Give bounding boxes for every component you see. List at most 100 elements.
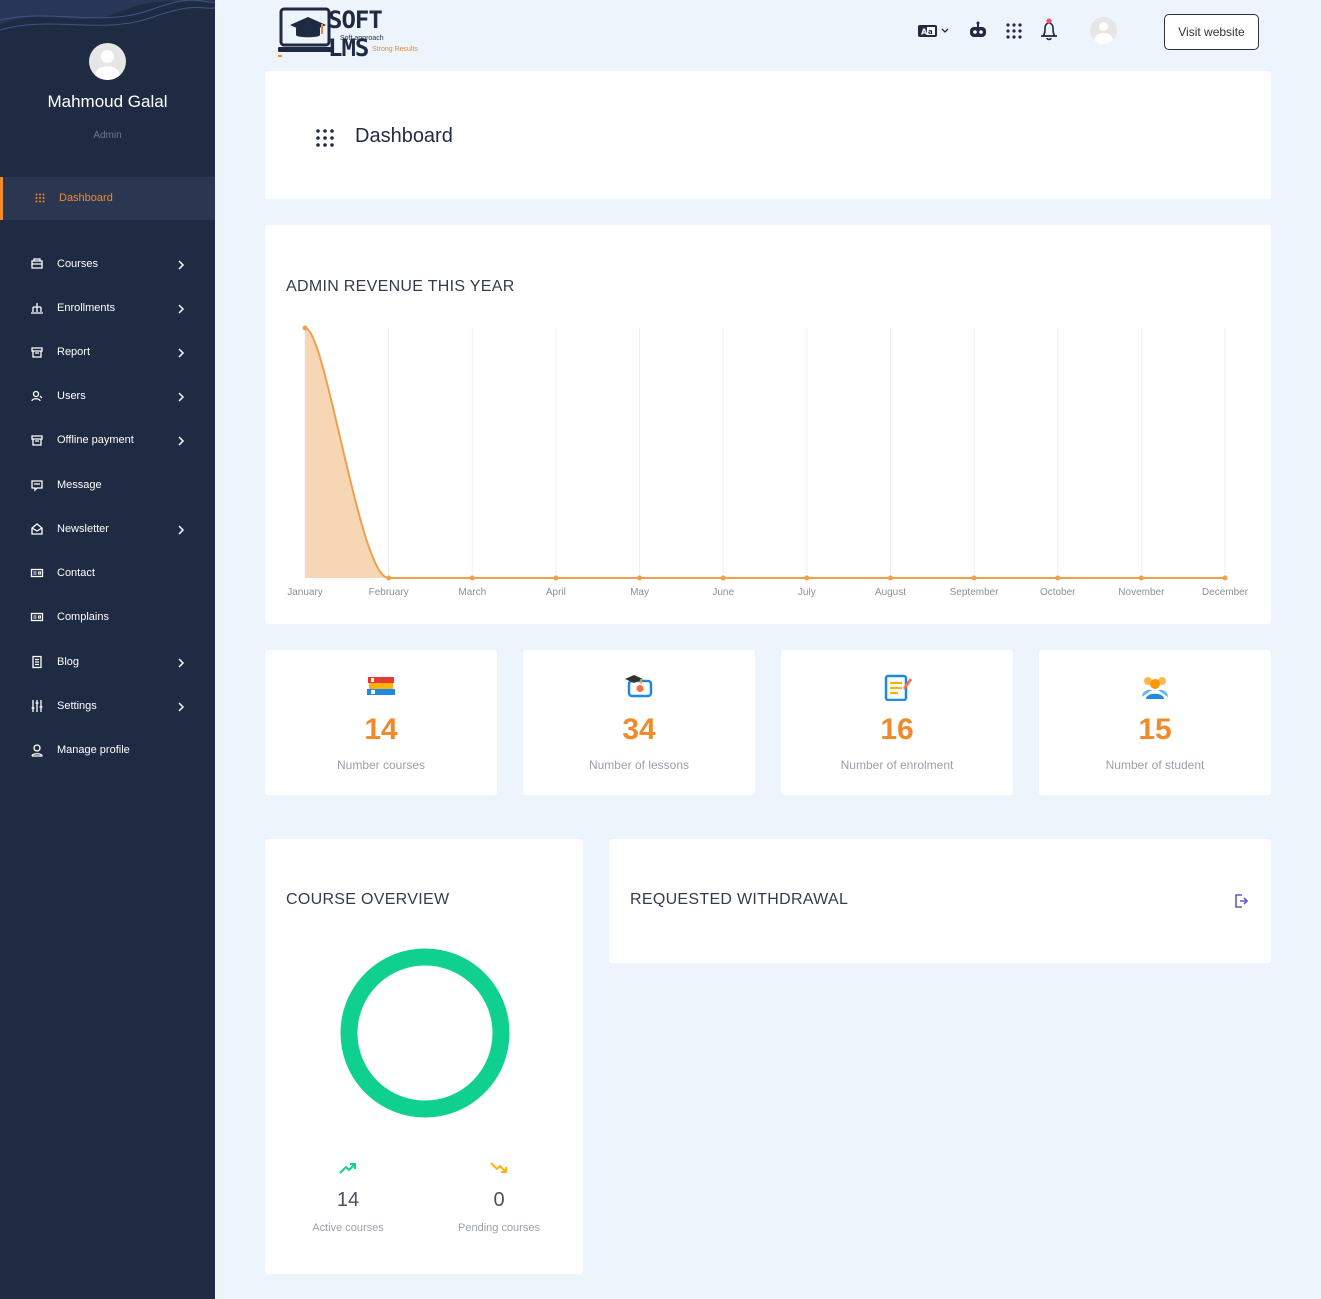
x-tick-label: November bbox=[1118, 587, 1165, 598]
course-overview-card: COURSE OVERVIEW 14 Active courses 0 Pend… bbox=[265, 839, 583, 1274]
sidebar-item-blog[interactable]: Blog bbox=[0, 648, 215, 678]
sidebar-item-label: Blog bbox=[57, 656, 80, 668]
stat-value: 34 bbox=[622, 713, 656, 746]
user-role: Admin bbox=[93, 130, 122, 141]
logo[interactable]: SOFT LMS Soft approach Strong Results bbox=[278, 5, 428, 62]
x-tick-label: July bbox=[798, 587, 816, 598]
sidebar-item-enrollments[interactable]: Enrollments bbox=[0, 294, 215, 324]
stat-card-courses: 14 Number courses bbox=[265, 650, 497, 795]
page-title-card: Dashboard bbox=[265, 71, 1271, 199]
svg-text:A: A bbox=[921, 28, 928, 37]
sidebar-item-label: Newsletter bbox=[57, 523, 109, 535]
export-icon[interactable] bbox=[1234, 893, 1249, 909]
stat-card-lessons: 34 Number of lessons bbox=[523, 650, 755, 795]
x-tick-label: August bbox=[875, 587, 906, 598]
sidebar-item-label: Contact bbox=[57, 567, 95, 579]
sidebar-item-settings[interactable]: Settings bbox=[0, 692, 215, 722]
x-tick-label: October bbox=[1040, 587, 1076, 598]
x-tick-label: March bbox=[458, 587, 486, 598]
trending-up-icon bbox=[338, 1161, 358, 1175]
sidebar-item-manage-profile[interactable]: Manage profile bbox=[0, 736, 215, 766]
sidebar-item-dashboard[interactable]: Dashboard bbox=[0, 177, 215, 220]
stat-label: Number of student bbox=[1105, 758, 1205, 772]
blog-icon bbox=[30, 655, 44, 669]
sidebar-wave-decoration bbox=[0, 0, 215, 31]
data-point[interactable] bbox=[469, 575, 475, 581]
sidebar-item-label: Complains bbox=[57, 611, 109, 623]
robot-icon[interactable] bbox=[967, 20, 989, 42]
chevron-right-icon bbox=[177, 523, 185, 535]
data-point[interactable] bbox=[971, 575, 977, 581]
sidebar-item-offline-payment[interactable]: Offline payment bbox=[0, 426, 215, 456]
x-tick-label: February bbox=[369, 587, 409, 598]
grid-icon bbox=[315, 128, 335, 148]
chevron-right-icon bbox=[177, 700, 185, 712]
users-icon bbox=[30, 389, 44, 403]
x-tick-label: April bbox=[546, 587, 566, 598]
data-point[interactable] bbox=[302, 325, 308, 331]
grid-icon bbox=[35, 193, 45, 203]
profile-icon bbox=[30, 743, 44, 757]
sidebar-item-label: Enrollments bbox=[57, 302, 116, 314]
complains-icon bbox=[30, 610, 44, 624]
sidebar-item-message[interactable]: Message bbox=[0, 471, 215, 501]
x-tick-label: May bbox=[630, 587, 649, 598]
requested-withdrawal-card: REQUESTED WITHDRAWAL bbox=[609, 839, 1271, 963]
revenue-chart: January February March April May June July Augu… bbox=[287, 325, 1249, 598]
stat-value: 15 bbox=[1138, 713, 1172, 746]
course-overview-donut bbox=[340, 948, 510, 1118]
data-point[interactable] bbox=[1055, 575, 1061, 581]
user-avatar[interactable] bbox=[89, 43, 126, 80]
apps-grid-icon[interactable] bbox=[1003, 20, 1025, 42]
logo-tagline-1: Soft approach bbox=[340, 35, 384, 42]
page-title: Dashboard bbox=[355, 125, 453, 147]
sidebar-item-label: Message bbox=[57, 479, 102, 491]
report-icon bbox=[30, 345, 44, 359]
visit-website-button[interactable]: Visit website bbox=[1164, 14, 1259, 50]
user-name: Mahmoud Galal bbox=[47, 92, 168, 111]
sidebar-item-complains[interactable]: Complains bbox=[0, 603, 215, 633]
books-icon bbox=[365, 673, 397, 701]
data-point[interactable] bbox=[637, 575, 643, 581]
lesson-icon bbox=[623, 673, 655, 701]
stat-card-students: 15 Number of student bbox=[1039, 650, 1271, 795]
sidebar-item-users[interactable]: Users bbox=[0, 382, 215, 412]
data-point[interactable] bbox=[804, 575, 810, 581]
sidebar-item-contact[interactable]: Contact bbox=[0, 559, 215, 589]
x-tick-label: September bbox=[950, 587, 1000, 598]
sidebar-item-label: Report bbox=[57, 346, 91, 358]
message-icon bbox=[30, 478, 44, 492]
x-tick-label: June bbox=[712, 587, 734, 598]
chevron-right-icon bbox=[177, 656, 185, 668]
course-overview-title: COURSE OVERVIEW bbox=[286, 891, 450, 908]
pending-courses-stat: 0 Pending courses bbox=[434, 1161, 564, 1234]
sidebar-item-courses[interactable]: Courses bbox=[0, 250, 215, 280]
newsletter-icon bbox=[30, 522, 44, 536]
chevron-right-icon bbox=[177, 434, 185, 446]
sidebar-item-label: Offline payment bbox=[57, 434, 134, 446]
data-point[interactable] bbox=[720, 575, 726, 581]
language-switcher-icon[interactable]: Aa bbox=[917, 20, 951, 42]
sidebar-item-newsletter[interactable]: Newsletter bbox=[0, 515, 215, 545]
sidebar-item-report[interactable]: Report bbox=[0, 338, 215, 368]
revenue-area bbox=[305, 328, 1225, 578]
data-point[interactable] bbox=[386, 575, 392, 581]
trending-down-icon bbox=[489, 1161, 509, 1175]
sidebar: Mahmoud Galal Admin Dashboard Courses En… bbox=[0, 0, 215, 1299]
data-point[interactable] bbox=[553, 575, 559, 581]
data-point[interactable] bbox=[887, 575, 893, 581]
profile-avatar[interactable] bbox=[1090, 17, 1117, 44]
stat-label: Number courses bbox=[336, 758, 426, 772]
sidebar-item-label: Courses bbox=[57, 258, 98, 270]
pending-courses-label: Pending courses bbox=[458, 1222, 540, 1234]
chevron-right-icon bbox=[177, 390, 185, 402]
bell-icon[interactable] bbox=[1038, 17, 1060, 43]
data-point[interactable] bbox=[1222, 575, 1228, 581]
sidebar-item-label: Dashboard bbox=[59, 192, 113, 204]
students-icon bbox=[1139, 673, 1171, 701]
active-courses-stat: 14 Active courses bbox=[283, 1161, 413, 1234]
enrolment-icon bbox=[881, 673, 913, 702]
data-point[interactable] bbox=[1138, 575, 1144, 581]
sidebar-item-label: Users bbox=[57, 390, 86, 402]
stat-label: Number of enrolment bbox=[840, 758, 954, 772]
